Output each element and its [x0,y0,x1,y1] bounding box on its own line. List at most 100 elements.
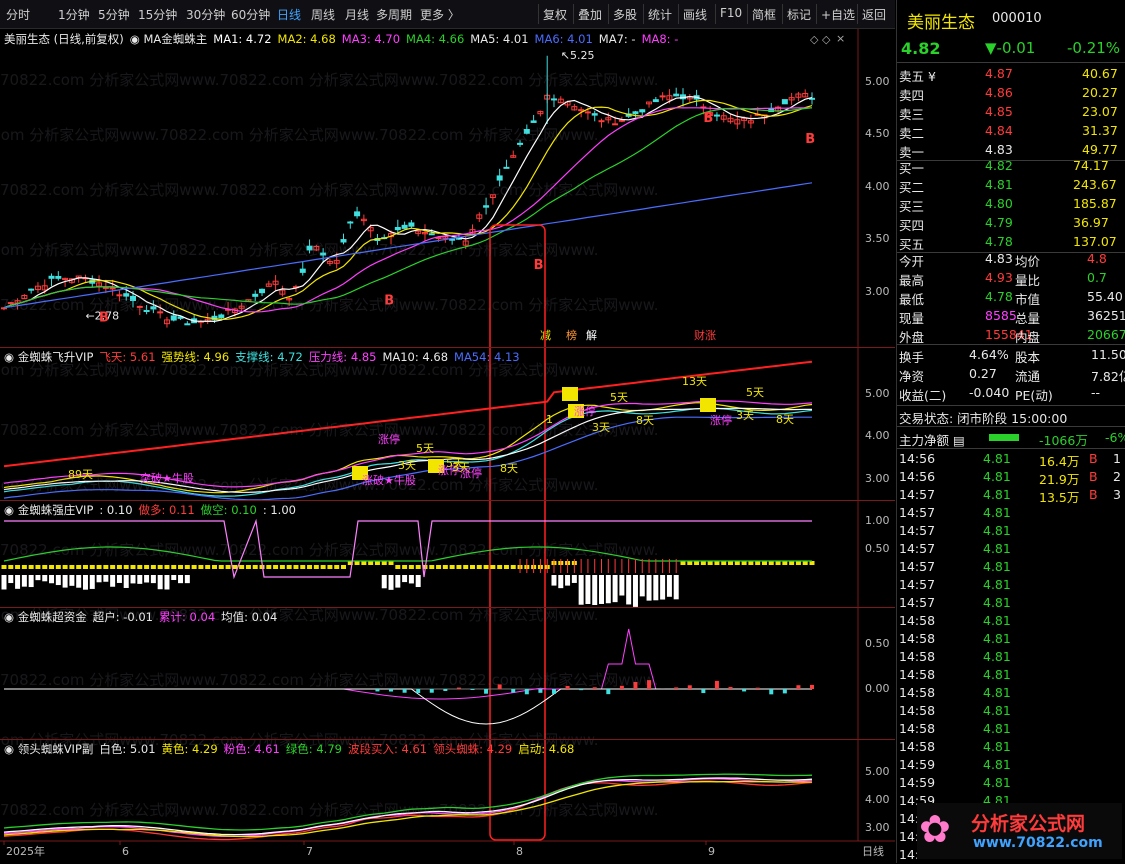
toolbar-separator [608,4,609,24]
toolbar-separator [715,4,716,24]
panel3-bar [137,565,142,569]
period-tab-10[interactable]: 更多 〉 [420,6,460,23]
panel-0-value-7: MA8: - [642,32,679,46]
panel3-bar [83,575,88,590]
tool-button-8[interactable]: +自选 [821,6,855,23]
fund-bar [471,689,475,690]
candle-body [409,223,414,226]
buy-signal-mark: B [703,111,713,126]
tool-button-5[interactable]: F10 [720,6,742,20]
candle-body [300,269,305,272]
period-tab-6[interactable]: 日线 [277,6,301,23]
chart-area[interactable]: ↖5.25←2.78BBBBB减榜解财涨89天突破★牛股涨停5天3天涨停5天涨破… [0,29,895,863]
panel3-bar [497,565,502,569]
tick-price: 4.81 [983,613,1011,628]
panel3-bar [511,565,516,569]
tick-price: 4.81 [983,703,1011,718]
stat2-key: 换手 [899,347,924,366]
price-axis-label: 5.00 [865,75,890,88]
stat2-key: PE(动) [1015,385,1053,404]
panel2-label: 5天 [746,386,764,399]
panel-0-indicator[interactable]: ◉ MA金蜘蛛主 [130,32,207,46]
toolbar-separator [857,4,858,24]
stat-key: 市值 [1015,289,1040,308]
bid-row: 买一4.8274.17 [897,157,1125,175]
panel-4-value-1: 黄色: 4.29 [162,742,218,756]
tool-button-0[interactable]: 复权 [543,6,567,23]
panel-close-icon[interactable]: × [836,32,845,45]
panel3-bar [280,565,285,569]
period-tab-3[interactable]: 15分钟 [138,6,177,23]
panel3-bar [579,575,584,605]
period-tab-2[interactable]: 5分钟 [98,6,130,23]
period-tab-4[interactable]: 30分钟 [186,6,225,23]
ask-volume: 31.37 [1082,123,1118,138]
tick-time: 14:58 [899,667,935,682]
tool-button-6[interactable]: 简框 [752,6,776,23]
period-tab-0[interactable]: 分时 [6,6,30,23]
panel-1-value-5: MA54: 4.13 [454,350,520,364]
panel3-bar [124,575,129,588]
panel3-bar [402,565,407,569]
bid-label: 买四 [899,215,924,234]
panel3-bar [341,565,346,569]
panel3-bar [29,565,34,569]
panel3-bar [76,565,81,569]
candle-body [497,176,502,180]
tool-button-1[interactable]: 叠加 [578,6,602,23]
panel3-bar [158,565,163,569]
period-label: 日线 [862,844,884,858]
tool-button-7[interactable]: 标记 [787,6,811,23]
panel-settings-icon[interactable]: ◇ [810,33,818,46]
panel-1-value-1: 强势线: 4.96 [162,350,230,364]
panel3-bar [395,575,400,588]
tool-button-9[interactable]: 返回 [862,6,886,23]
fund-bar [484,689,488,694]
net-flow-bar [989,434,1019,441]
tick-time: 14:58 [899,721,935,736]
fund-bar [701,689,705,693]
event-tag[interactable]: 榜 [566,328,577,342]
period-tab-7[interactable]: 周线 [311,6,335,23]
bid-row: 买三4.80185.87 [897,195,1125,213]
panel-0-title: 美丽生态 (日线,前复权) [4,32,124,46]
panel3-bar [409,565,414,569]
toolbar-separator [573,4,574,24]
panel3-bar [117,565,122,569]
panel-2-title: ◉ 金蜘蛛强庄VIP [4,503,93,517]
ask-price: 4.85 [985,104,1013,119]
tick-time: 14:57 [899,523,935,538]
event-tag[interactable]: 解 [586,328,597,342]
fund-bar [647,680,651,689]
time-axis-label: 2025年 [6,844,45,858]
panel3-bar [185,565,190,569]
candle-body [56,276,61,278]
tool-button-2[interactable]: 多股 [613,6,637,23]
panel3-bar [219,565,224,569]
panel3-bars [2,561,815,607]
stat2-key: 收益(二) [899,385,946,404]
panel5-line-1 [4,779,812,836]
panel-settings-icon[interactable]: ◇ [822,33,830,46]
period-tab-8[interactable]: 月线 [345,6,369,23]
fund-bar [810,685,814,689]
event-tag[interactable]: 财涨 [694,328,716,342]
stock-title-row: 美丽生态000010 [897,10,1125,28]
candle-body [253,294,258,296]
panel-1-value-4: MA10: 4.68 [382,350,448,364]
tool-button-3[interactable]: 统计 [648,6,672,23]
panel-4-value-4: 波段买入: 4.61 [348,742,427,756]
panel3-bar [504,565,509,569]
signal-box [700,398,716,412]
trade-status-row: 交易状态: 闭市阶段 15:00:00 [897,407,1125,425]
panel3-bar [429,565,434,569]
tool-button-4[interactable]: 画线 [683,6,707,23]
candle-body [103,287,108,288]
flower-logo-icon: ✿ [919,807,951,851]
stat-value: 0.7 [1087,270,1107,285]
panel3-bar [103,565,108,569]
period-tab-5[interactable]: 60分钟 [231,6,270,23]
tick-row: 14:564.8121.9万B2 [897,468,1125,486]
period-tab-9[interactable]: 多周期 [376,6,412,23]
period-tab-1[interactable]: 1分钟 [58,6,90,23]
